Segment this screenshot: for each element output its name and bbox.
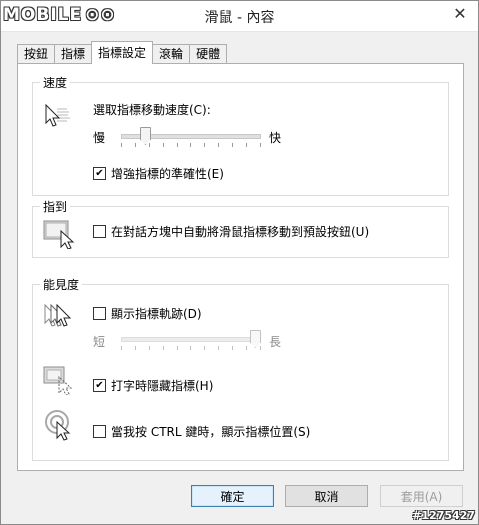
snap-to-checkbox[interactable]	[93, 225, 106, 238]
speed-prompt-row: 選取指標移動速度(C):	[93, 101, 211, 118]
window-title: 滑鼠 - 內容	[204, 10, 275, 26]
slow-label: 慢	[93, 131, 106, 145]
enhance-precision-checkbox[interactable]: ✔	[93, 167, 106, 180]
trail-length-slider[interactable]	[121, 330, 261, 350]
snap-to-group-title: 指到	[40, 198, 71, 215]
pointer-trails-checkbox[interactable]	[93, 307, 106, 320]
snap-to-default-button-icon	[43, 219, 77, 252]
enhance-precision-label[interactable]: 增強指標的準確性(E)	[111, 165, 224, 182]
motion-group-title: 速度	[40, 74, 71, 91]
trail-length-slider-ticks	[121, 346, 261, 350]
hide-while-typing-icon	[43, 365, 75, 398]
show-location-ctrl-label[interactable]: 當我按 CTRL 鍵時，顯示指標位置(S)	[111, 423, 310, 440]
pointer-options-panel: 速度 選取指標移動速度(C): 慢 快 ✔ 增強指標的準確性(E) 指到 在對話…	[17, 63, 464, 471]
cancel-button[interactable]: 取消	[285, 485, 368, 507]
snap-to-row[interactable]: 在對話方塊中自動將滑鼠指標移動到預設按鈕(U)	[93, 223, 369, 240]
mouse-properties-window: MOBILE ⊙⊙ 滑鼠 - 內容 ✕ 按鈕 指標 指標設定 滾輪 硬體 速度	[0, 0, 479, 525]
ok-button[interactable]: 確定	[191, 485, 274, 507]
trail-length-slider-track	[121, 337, 261, 342]
hide-while-typing-checkbox[interactable]: ✔	[93, 379, 106, 392]
hide-while-typing-label[interactable]: 打字時隱藏指標(H)	[111, 377, 213, 394]
snap-to-label[interactable]: 在對話方塊中自動將滑鼠指標移動到預設按鈕(U)	[111, 223, 369, 240]
title-bar: MOBILE ⊙⊙ 滑鼠 - 內容 ✕	[1, 1, 478, 32]
tab-strip: 按鈕 指標 指標設定 滾輪 硬體	[17, 41, 228, 64]
show-location-ctrl-icon	[45, 409, 77, 446]
long-label-row: 長	[269, 333, 281, 350]
pointer-trails-row[interactable]: 顯示指標軌跡(D)	[93, 305, 202, 322]
tab-buttons[interactable]: 按鈕	[17, 44, 56, 64]
apply-button[interactable]: 套用(A)	[380, 485, 463, 507]
speed-slider-ticks	[121, 143, 261, 147]
tab-pointers[interactable]: 指標	[54, 44, 93, 64]
short-label-row: 短	[93, 333, 105, 350]
close-button[interactable]: ✕	[446, 3, 474, 23]
short-label: 短	[93, 335, 106, 349]
enhance-precision-row[interactable]: ✔ 增強指標的準確性(E)	[93, 165, 224, 182]
show-location-ctrl-checkbox[interactable]	[93, 425, 106, 438]
pointer-trails-icon	[43, 303, 77, 334]
fast-label-row: 快	[269, 129, 281, 146]
tab-hardware[interactable]: 硬體	[189, 44, 228, 64]
hide-while-typing-row[interactable]: ✔ 打字時隱藏指標(H)	[93, 377, 213, 394]
watermark: #1275427	[412, 509, 475, 522]
close-icon: ✕	[453, 3, 467, 23]
snap-to-group: 指到 在對話方塊中自動將滑鼠指標移動到預設按鈕(U)	[32, 198, 449, 258]
tab-pointer-options[interactable]: 指標設定	[91, 41, 154, 64]
motion-group: 速度 選取指標移動速度(C): 慢 快 ✔ 增強指標的準確性(E)	[32, 74, 449, 196]
speed-prompt: 選取指標移動速度(C):	[93, 103, 211, 117]
tab-wheel[interactable]: 滾輪	[152, 44, 191, 64]
speed-slider[interactable]	[121, 127, 261, 147]
long-label: 長	[269, 335, 282, 349]
fast-label: 快	[269, 131, 282, 145]
pointer-trails-label[interactable]: 顯示指標軌跡(D)	[111, 305, 202, 322]
pointer-speed-icon	[43, 103, 73, 134]
visibility-group-title: 能見度	[40, 276, 83, 293]
show-location-ctrl-row[interactable]: 當我按 CTRL 鍵時，顯示指標位置(S)	[93, 423, 310, 440]
slow-label-row: 慢	[93, 129, 105, 146]
visibility-group: 能見度 顯示指標軌跡(D) 短 長 ✔ 打字時隱藏指標(H) 當我按 CTRL …	[32, 276, 449, 461]
